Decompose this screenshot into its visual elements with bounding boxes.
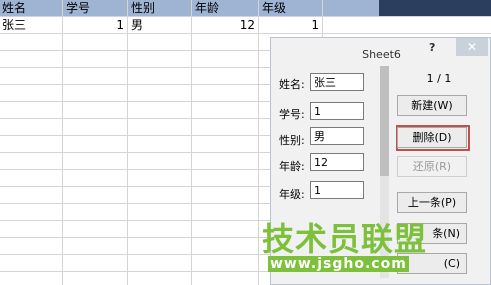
- cell-name[interactable]: 张三: [2, 17, 26, 33]
- restore-button[interactable]: 还原(R): [397, 156, 467, 177]
- header-cell-student-id[interactable]: 学号: [66, 0, 90, 16]
- grid-line: [0, 33, 491, 34]
- header-cell-grade[interactable]: 年级: [262, 0, 286, 16]
- header-cell-gender[interactable]: 性别: [131, 0, 155, 16]
- close-button[interactable]: ✕: [456, 38, 488, 56]
- cell-grade[interactable]: 1: [258, 17, 319, 33]
- watermark-url: www.jsgho.com: [268, 256, 409, 272]
- field-label-name: 姓名:: [279, 78, 305, 91]
- grid-line: [62, 0, 63, 285]
- field-label-gender: 性别:: [279, 134, 305, 147]
- field-label-age: 年龄:: [279, 160, 305, 173]
- grid-line: [191, 0, 192, 285]
- header-cell-age[interactable]: 年龄: [195, 0, 219, 16]
- prev-button[interactable]: 上一条(P): [397, 192, 467, 213]
- age-field[interactable]: [310, 153, 364, 171]
- student-id-field[interactable]: [310, 102, 364, 120]
- field-label-grade: 年级:: [279, 188, 305, 201]
- cell-student-id[interactable]: 1: [62, 17, 124, 33]
- title-bar-dark: [379, 0, 491, 16]
- delete-button[interactable]: 删除(D): [397, 127, 467, 148]
- gender-field[interactable]: [310, 127, 364, 145]
- grid-line: [127, 0, 128, 285]
- cell-age[interactable]: 12: [191, 17, 255, 33]
- name-field[interactable]: [310, 73, 364, 91]
- header-cell-name[interactable]: 姓名: [2, 0, 26, 16]
- record-counter: 1 / 1: [426, 72, 452, 85]
- cell-gender[interactable]: 男: [131, 17, 143, 33]
- help-icon[interactable]: ?: [429, 41, 435, 54]
- grade-field[interactable]: [310, 181, 364, 199]
- grid-line: [258, 0, 259, 285]
- new-button[interactable]: 新建(W): [397, 95, 467, 116]
- scrollbar-thumb[interactable]: [380, 66, 389, 176]
- watermark-logo: 技术员联盟: [262, 220, 428, 258]
- field-label-student-id: 学号:: [279, 108, 305, 121]
